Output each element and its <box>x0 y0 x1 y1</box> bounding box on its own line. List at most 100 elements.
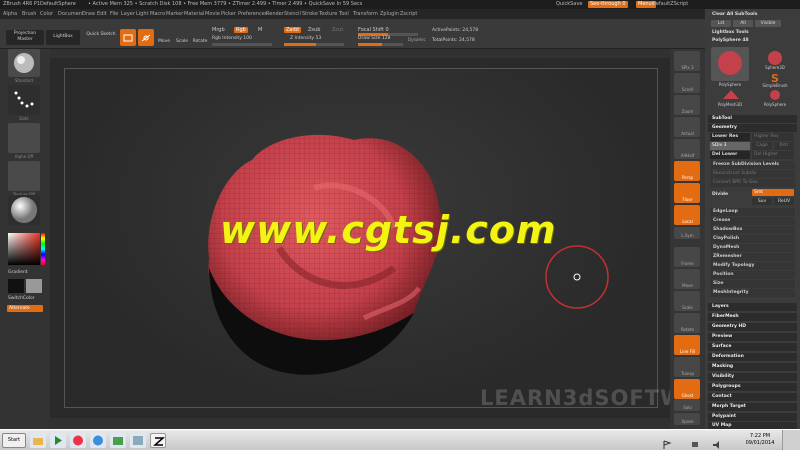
reuv-button[interactable]: ReUV <box>774 198 794 205</box>
zremesher-section[interactable]: ZRemesher <box>710 253 795 261</box>
menu-preferences[interactable]: Preferences <box>238 9 267 19</box>
menu-edit[interactable]: Edit <box>97 9 107 19</box>
morph-target-section[interactable]: Morph Target <box>708 403 797 411</box>
polypaint-section[interactable]: Polypaint <box>708 413 797 421</box>
meshintegrity-section[interactable]: MeshIntegrity <box>710 289 795 297</box>
media-player-icon[interactable] <box>50 433 66 448</box>
browser-icon[interactable] <box>90 433 106 448</box>
edgeloop-section[interactable]: EdgeLoop <box>710 208 795 216</box>
z-intensity-slider[interactable]: Z Intensity 53 <box>290 36 321 41</box>
menu-picker[interactable]: Picker <box>221 9 236 19</box>
menu-zplugin[interactable]: Zplugin <box>380 9 399 19</box>
rgb-intensity-track[interactable] <box>212 43 272 46</box>
del-higher-button[interactable]: Del Higher <box>752 151 794 159</box>
modify-topology-section[interactable]: Modify Topology <box>710 262 795 270</box>
lst-button[interactable]: Lst <box>711 20 731 27</box>
menu-movie[interactable]: Movie <box>205 9 220 19</box>
menu-draw[interactable]: Draw <box>82 9 95 19</box>
divide-button[interactable]: Divide <box>710 191 750 199</box>
quick-sketch-button[interactable]: Quick Sketch <box>86 32 116 45</box>
tray-volume-icon[interactable] <box>712 435 722 449</box>
gradient-label[interactable]: Gradient <box>8 270 28 275</box>
menu-macro[interactable]: Macro <box>150 9 165 19</box>
tray-flag-icon[interactable] <box>662 435 672 449</box>
see-through-slider[interactable]: See-through 0 <box>588 1 628 8</box>
preview-section[interactable]: Preview <box>708 333 797 341</box>
sdiv-slider[interactable]: SDiv 3 <box>710 142 750 150</box>
convert-bpr-button[interactable]: Convert BPR To Geo <box>710 179 795 187</box>
tray-network-icon[interactable] <box>690 435 700 447</box>
files-icon[interactable] <box>110 433 126 448</box>
main-color-swatch[interactable] <box>8 279 24 293</box>
contact-section[interactable]: Contact <box>708 393 797 401</box>
visible-button[interactable]: Visible <box>755 20 781 27</box>
freeze-subdivision-button[interactable]: Freeze SubDivision Levels <box>710 161 795 169</box>
explorer-icon[interactable] <box>30 433 46 448</box>
edit-button[interactable] <box>120 29 136 46</box>
lightbox-tools-button[interactable]: Lightbox Tools <box>708 29 797 37</box>
lightbox-button[interactable]: LightBox <box>46 30 80 45</box>
zsub-toggle[interactable]: Zsub <box>308 27 320 33</box>
menu-color[interactable]: Color <box>40 9 53 19</box>
draw-size-slider[interactable]: Draw Size 128 <box>358 36 390 41</box>
viewer-icon[interactable] <box>130 433 146 448</box>
quicksave-button[interactable]: QuickSave <box>556 0 582 9</box>
reconstruct-subdiv-button[interactable]: Reconstruct Subdiv <box>710 170 795 178</box>
texture-thumbnail[interactable] <box>8 161 40 191</box>
clear-all-subtools-button[interactable]: Clear All SubTools <box>708 11 797 19</box>
menu-render[interactable]: Render <box>266 9 284 19</box>
position-section[interactable]: Position <box>710 271 795 279</box>
current-tool-name[interactable]: PolySphere 48 <box>708 37 797 45</box>
surface-section[interactable]: Surface <box>708 343 797 351</box>
show-desktop-button[interactable] <box>782 430 800 450</box>
geometry-section[interactable]: Geometry <box>708 124 797 132</box>
menu-brush[interactable]: Brush <box>22 9 36 19</box>
menu-light[interactable]: Light <box>136 9 148 19</box>
hue-strip[interactable] <box>41 233 45 265</box>
polysphere-mesh[interactable] <box>208 134 443 375</box>
alpha-thumbnail[interactable] <box>8 123 40 153</box>
zadd-toggle[interactable]: Zadd <box>284 27 301 33</box>
scale-button[interactable]: Scale <box>174 39 190 44</box>
size-section[interactable]: Size <box>710 280 795 288</box>
brush-thumbnail[interactable] <box>8 49 40 77</box>
zbrush-taskbar-icon[interactable] <box>150 433 166 448</box>
menu-marker[interactable]: Marker <box>166 9 183 19</box>
fibermesh-section[interactable]: FiberMesh <box>708 313 797 321</box>
higher-res-button[interactable]: Higher Res <box>752 133 794 141</box>
paint-icon[interactable] <box>70 433 86 448</box>
switchcolor-button[interactable]: SwitchColor <box>8 296 35 301</box>
subtool-section[interactable]: SubTool <box>708 115 797 123</box>
projection-master-button[interactable]: Projection Master <box>6 30 44 45</box>
menu-stencil[interactable]: Stencil <box>284 9 301 19</box>
tool-thumb-polymesh3d[interactable] <box>713 89 749 103</box>
move-button[interactable]: Move <box>156 39 172 44</box>
rgb-intensity-slider[interactable]: Rgb Intensity 100 <box>212 36 252 41</box>
menu-document[interactable]: Document <box>58 9 84 19</box>
tool-thumb-polysphere-2[interactable] <box>755 89 795 103</box>
menu-zscript[interactable]: Zscript <box>400 9 417 19</box>
zcut-toggle[interactable]: Zcut <box>332 27 343 33</box>
default-zscript[interactable]: DefaultZScript <box>652 0 688 9</box>
del-lower-button[interactable]: Del Lower <box>710 151 750 159</box>
geometry-hd-section[interactable]: Geometry HD <box>708 323 797 331</box>
menu-file[interactable]: File <box>110 9 118 19</box>
shadowbox-section[interactable]: ShadowBox <box>710 226 795 234</box>
smt-toggle[interactable]: Smt <box>752 189 794 196</box>
deformation-section[interactable]: Deformation <box>708 353 797 361</box>
cage-button[interactable]: Cage <box>752 142 772 150</box>
dynamesh-section[interactable]: DynaMesh <box>710 244 795 252</box>
lower-res-button[interactable]: Lower Res <box>710 133 750 141</box>
draw-button[interactable] <box>138 29 154 46</box>
rstr-button[interactable]: Rstr <box>774 142 794 150</box>
suv-toggle[interactable]: Suv <box>752 198 772 205</box>
rgb-toggle[interactable]: Rgb <box>234 27 248 33</box>
secondary-color-swatch[interactable] <box>26 279 42 293</box>
m-toggle[interactable]: M <box>258 27 262 33</box>
system-clock[interactable]: 7:22 PM 09/01/2014 <box>742 433 778 447</box>
crease-section[interactable]: Crease <box>710 217 795 225</box>
menu-transform[interactable]: Transform <box>353 9 378 19</box>
mrgb-toggle[interactable]: Mrgb <box>212 27 225 33</box>
menu-tool[interactable]: Tool <box>339 9 349 19</box>
menu-layer[interactable]: Layer <box>121 9 135 19</box>
